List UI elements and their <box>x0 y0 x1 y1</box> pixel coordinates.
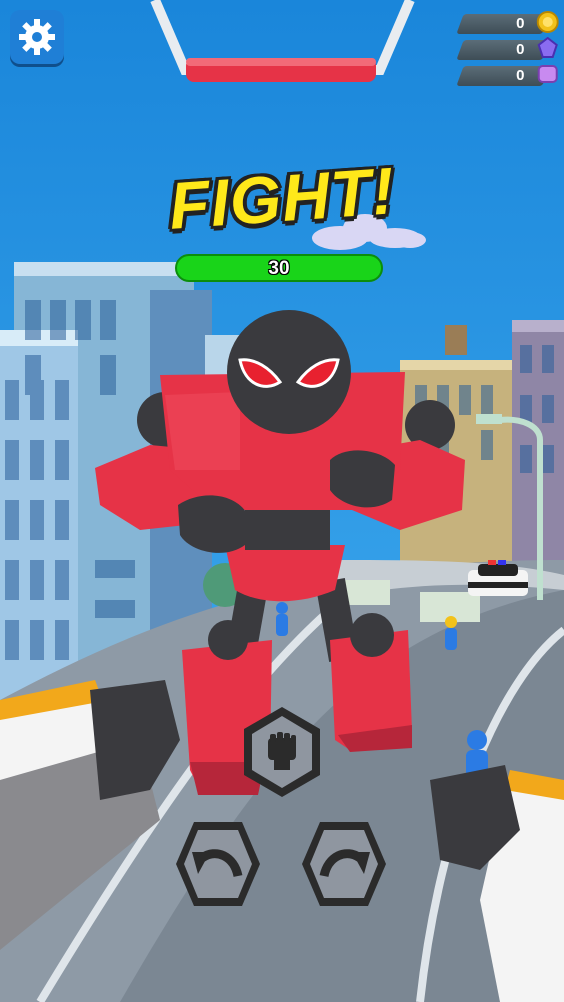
gem-count: 0 <box>515 41 525 58</box>
coin-icon <box>536 11 559 33</box>
coin-counter: 0 <box>456 11 559 34</box>
ticket-counter: 0 <box>456 65 558 86</box>
gem-counter: 0 <box>456 37 558 60</box>
settings-button[interactable] <box>10 10 64 64</box>
enemy-health-bar: 30 <box>175 254 383 282</box>
ticket-icon <box>537 65 558 83</box>
punch-button[interactable] <box>240 704 324 800</box>
dodge-left-button[interactable] <box>172 818 264 910</box>
enemy-health-value: 30 <box>268 258 290 279</box>
ticket-count: 0 <box>515 67 525 84</box>
dodge-right-button[interactable] <box>298 818 390 910</box>
coin-count: 0 <box>515 15 525 32</box>
gear-icon <box>19 19 55 55</box>
gem-icon <box>537 37 558 58</box>
